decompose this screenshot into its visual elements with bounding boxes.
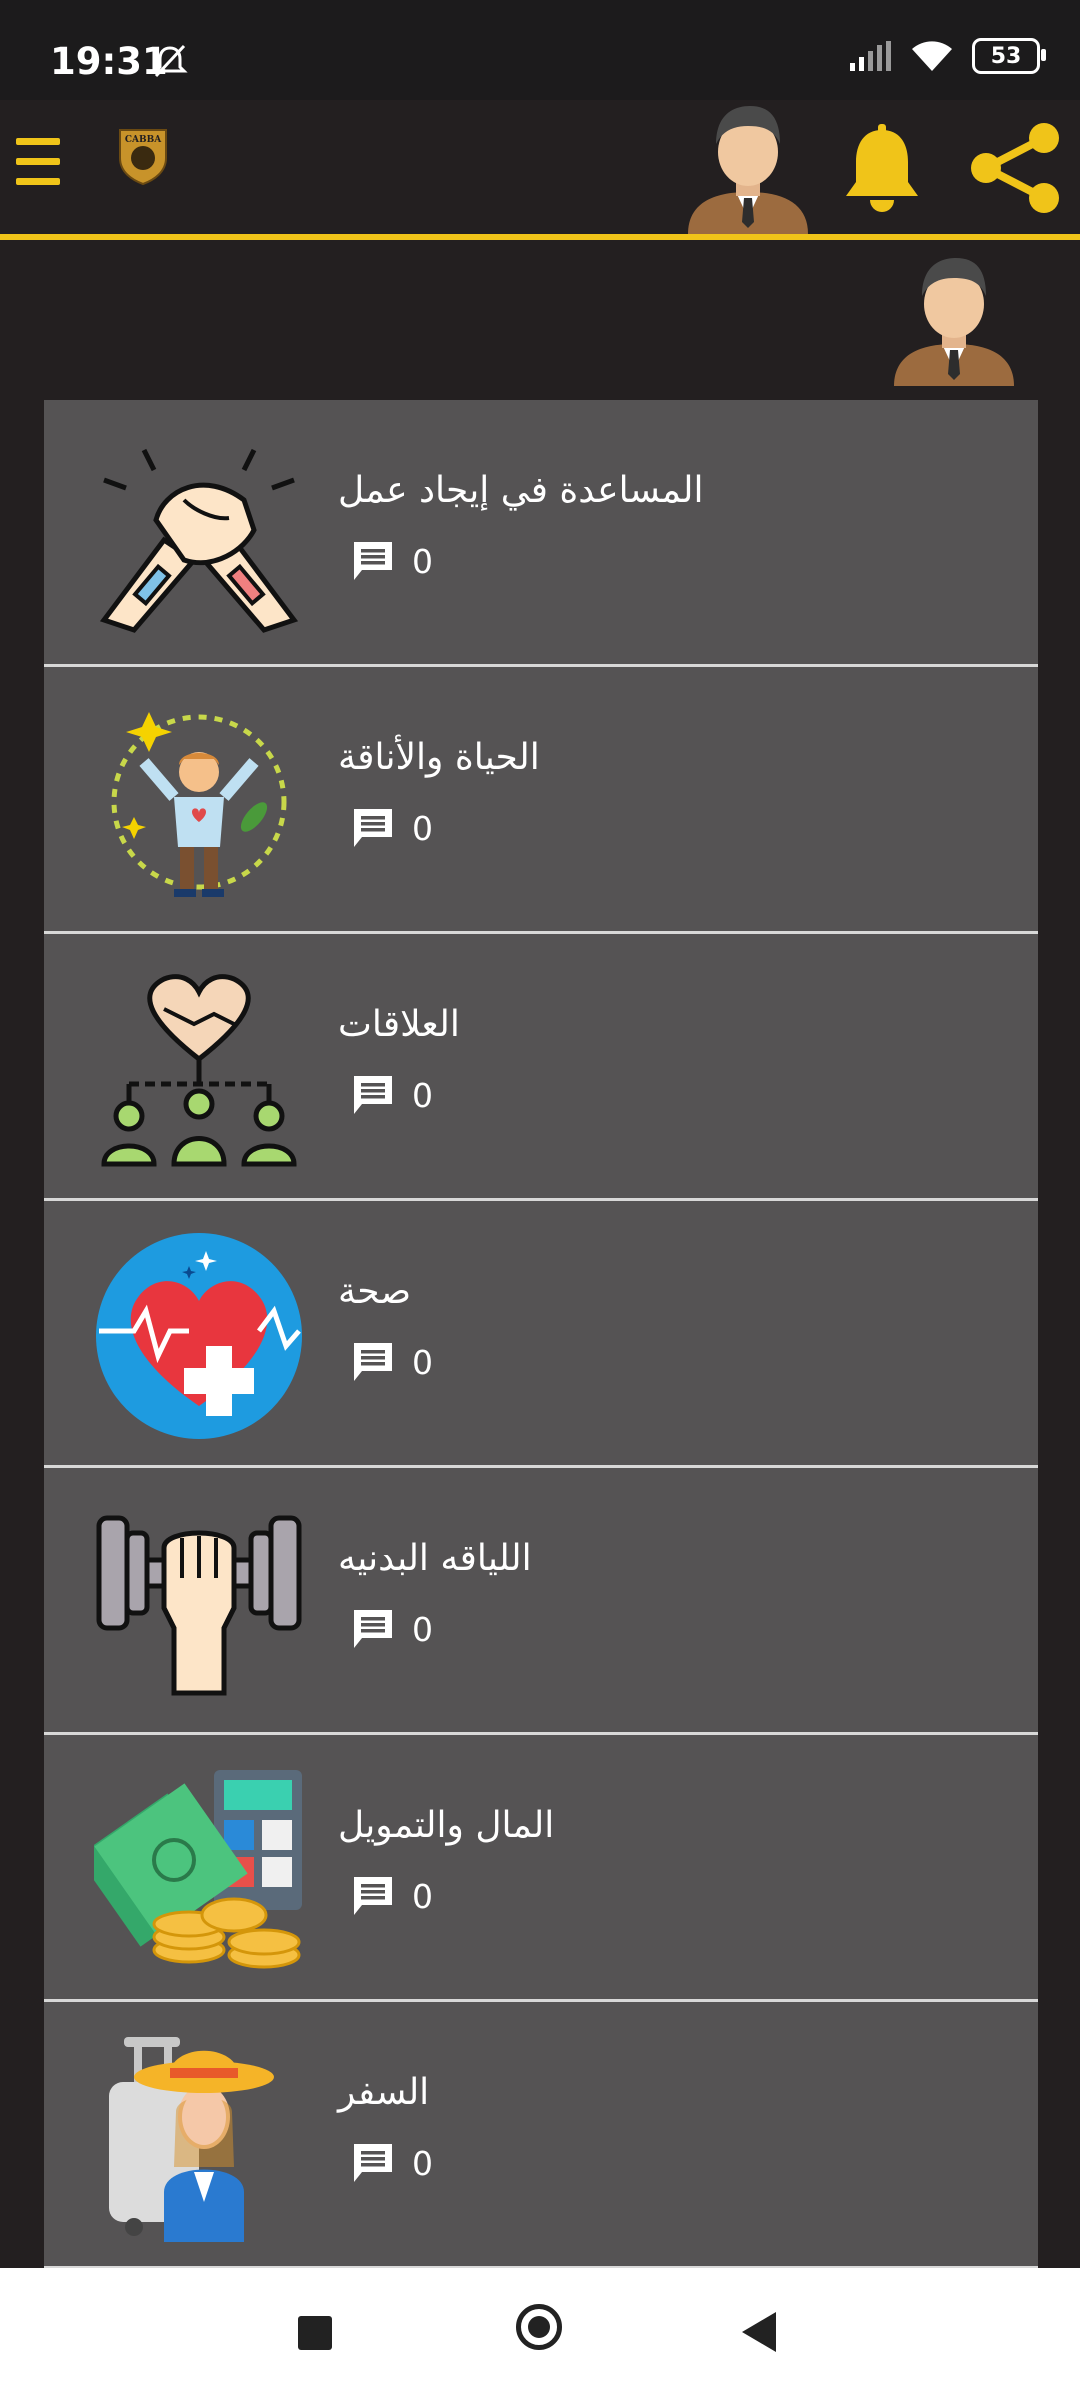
comment-count-value: 0 <box>412 1876 433 1916</box>
battery-icon: 53 <box>972 38 1046 74</box>
comment-count: 0 <box>350 1339 433 1385</box>
dumbbell-icon <box>96 1515 302 1696</box>
share-icon[interactable] <box>966 118 1062 218</box>
comment-count: 0 <box>350 538 433 584</box>
category-title: العلاقات <box>338 1004 460 1045</box>
category-title: اللياقه البدنيه <box>338 1538 532 1579</box>
recents-button[interactable] <box>298 2316 332 2350</box>
wifi-icon <box>912 41 952 71</box>
lifestyle-icon <box>111 712 287 897</box>
comment-icon <box>354 809 392 847</box>
relationships-icon <box>101 974 297 1167</box>
navigation-bar <box>0 2268 1080 2400</box>
category-title: صحة <box>338 1271 412 1312</box>
status-bar: 19:31 53 <box>0 0 1080 100</box>
category-item[interactable]: السفر 0 <box>44 2002 1038 2268</box>
avatar-icon[interactable] <box>682 100 814 234</box>
back-button[interactable] <box>742 2312 776 2352</box>
signal-icon <box>850 41 891 71</box>
comment-count-value: 0 <box>412 1609 433 1649</box>
comment-icon <box>354 2144 392 2182</box>
comment-icon <box>354 1343 392 1381</box>
comment-count: 0 <box>350 1873 433 1919</box>
menu-icon-bar <box>16 178 60 185</box>
category-title: المال والتمويل <box>338 1805 555 1846</box>
comment-count: 0 <box>350 1072 433 1118</box>
comment-count: 0 <box>350 2140 433 2186</box>
category-item[interactable]: المساعدة في إيجاد عمل 0 <box>44 400 1038 667</box>
logo: CABBA <box>119 129 167 186</box>
comment-count-value: 0 <box>412 808 433 848</box>
comment-icon <box>354 1877 392 1915</box>
mute-icon <box>152 44 188 78</box>
comment-count: 0 <box>350 1606 433 1652</box>
health-heart-icon <box>96 1233 302 1439</box>
category-item[interactable]: الحياة والأناقة 0 <box>44 667 1038 934</box>
category-item[interactable]: المال والتمويل 0 <box>44 1735 1038 2002</box>
category-title: المساعدة في إيجاد عمل <box>338 470 704 511</box>
category-item[interactable]: صحة 0 <box>44 1201 1038 1468</box>
home-button[interactable] <box>516 2304 562 2350</box>
status-icons: 53 <box>848 38 1046 74</box>
menu-icon-bar <box>16 138 60 145</box>
money-icon <box>94 1770 302 1969</box>
comment-count: 0 <box>350 805 433 851</box>
comment-count-value: 0 <box>412 2143 433 2183</box>
category-item[interactable]: اللياقه البدنيه 0 <box>44 1468 1038 1735</box>
menu-button[interactable] <box>16 138 60 194</box>
app-bar: CABBA <box>0 100 1080 240</box>
comment-icon <box>354 1610 392 1648</box>
category-title: الحياة والأناقة <box>338 737 540 778</box>
travel-icon <box>109 2037 274 2242</box>
comment-count-value: 0 <box>412 1075 433 1115</box>
profile-avatar-icon[interactable] <box>888 252 1020 386</box>
category-item[interactable]: العلاقات 0 <box>44 934 1038 1201</box>
handshake-icon <box>99 448 299 633</box>
comment-icon <box>354 542 392 580</box>
bell-icon[interactable] <box>840 124 924 216</box>
comment-count-value: 0 <box>412 1342 433 1382</box>
category-title: السفر <box>338 2072 430 2113</box>
logo-text: CABBA <box>125 135 162 145</box>
comment-count-value: 0 <box>412 541 433 581</box>
menu-icon-bar <box>16 158 60 165</box>
comment-icon <box>354 1076 392 1114</box>
category-list: المساعدة في إيجاد عمل 0 الحياة والأناقة <box>44 400 1038 2268</box>
